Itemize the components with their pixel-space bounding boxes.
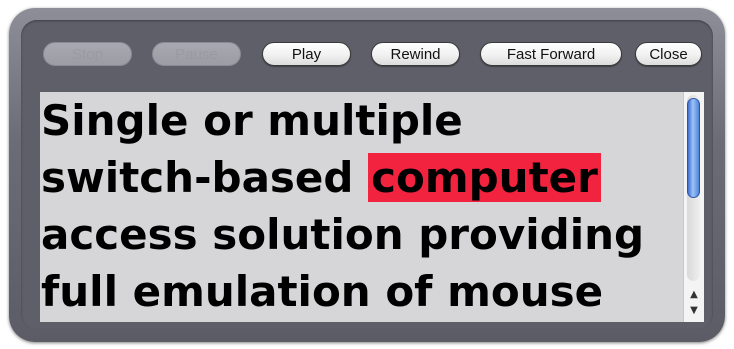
stop-button[interactable]: Stop bbox=[43, 42, 132, 66]
text-line-3: access solution providing bbox=[41, 210, 645, 259]
pause-button[interactable]: Pause bbox=[152, 42, 241, 66]
text-line-2: switch-based computer bbox=[41, 149, 681, 206]
text-line-2-before: switch-based bbox=[41, 153, 369, 202]
text-line-4: full emulation of mouse bbox=[41, 267, 604, 316]
vertical-scrollbar[interactable]: ▲ ▼ bbox=[683, 92, 704, 322]
rewind-button[interactable]: Rewind bbox=[371, 42, 460, 66]
scroll-thumb[interactable] bbox=[687, 98, 700, 198]
text-content: Single or multiple switch-based computer… bbox=[41, 92, 681, 320]
highlighted-word: computer bbox=[368, 153, 601, 202]
text-line-1: Single or multiple bbox=[41, 96, 463, 145]
arrow-down-icon[interactable]: ▼ bbox=[684, 302, 704, 320]
toolbar: Stop Pause Play Rewind Fast Forward Clos… bbox=[31, 40, 702, 74]
play-button[interactable]: Play bbox=[262, 42, 351, 66]
text-display[interactable]: Single or multiple switch-based computer… bbox=[40, 92, 683, 322]
close-button[interactable]: Close bbox=[635, 42, 702, 66]
fast-forward-button[interactable]: Fast Forward bbox=[480, 42, 622, 66]
